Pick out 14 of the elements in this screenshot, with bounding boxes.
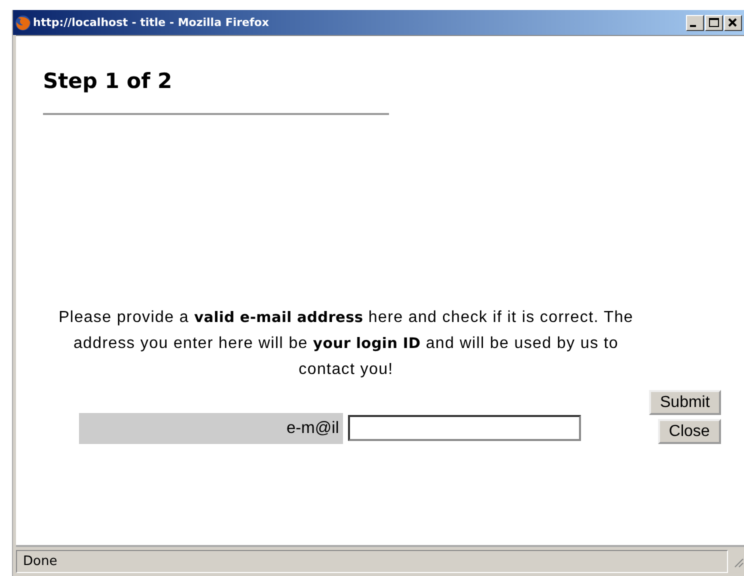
resize-grip-icon <box>732 556 744 568</box>
browser-logo-icon <box>15 14 31 30</box>
dialog-button[interactable]: Close <box>658 419 721 444</box>
window-title: http://localhost - title - Mozilla Firefox <box>33 16 270 29</box>
maximize-button[interactable] <box>705 14 723 30</box>
dialog-button[interactable]: Submit <box>649 390 721 415</box>
status-text: Done <box>16 550 728 573</box>
email-input-field[interactable] <box>348 415 581 441</box>
close-button[interactable] <box>724 14 742 30</box>
instructions-text: Please provide a valid e-mail address here and check if it is correct. The address you enter here will be your login ID and will be used by us to contact you! <box>58 308 634 380</box>
minimize-button[interactable] <box>686 14 704 30</box>
email-label: e-m@il <box>79 413 343 444</box>
step-heading: Step 1 of 2 <box>43 69 174 93</box>
minimize-icon <box>690 24 696 26</box>
